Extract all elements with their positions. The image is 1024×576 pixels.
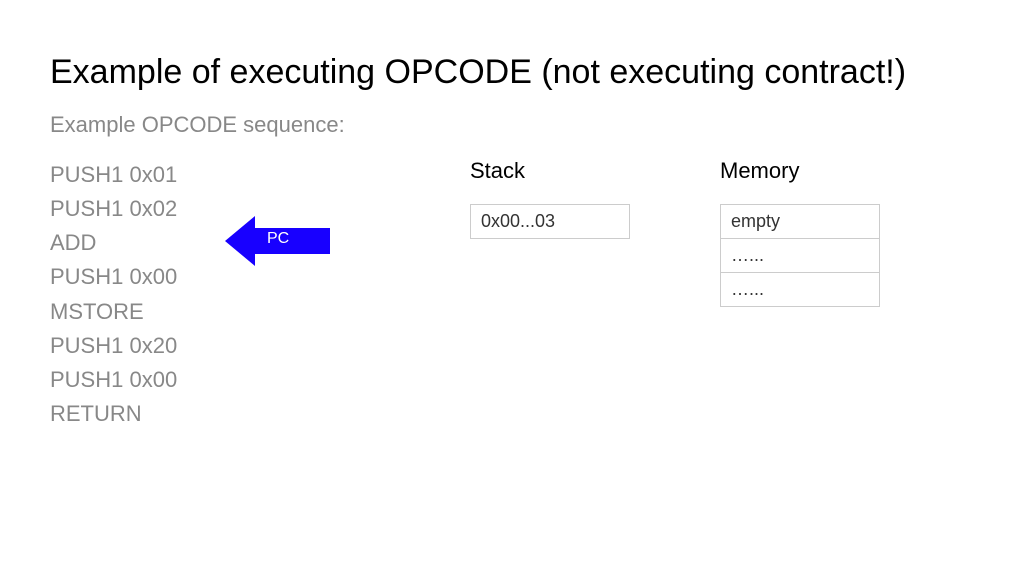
memory-cell: …...: [720, 273, 880, 307]
pc-pointer-arrow: PC: [225, 216, 335, 266]
memory-header: Memory: [720, 158, 920, 184]
memory-cell: empty: [720, 204, 880, 239]
opcode-line: PUSH1 0x20: [50, 329, 470, 363]
memory-column: Memory empty …... …...: [720, 158, 920, 431]
pc-label: PC: [267, 230, 289, 248]
opcode-line: PUSH1 0x01: [50, 158, 470, 192]
opcode-line: MSTORE: [50, 295, 470, 329]
memory-cell: …...: [720, 239, 880, 273]
opcode-column: PUSH1 0x01 PUSH1 0x02 ADD PUSH1 0x00 MST…: [50, 158, 470, 431]
slide-content: PUSH1 0x01 PUSH1 0x02 ADD PUSH1 0x00 MST…: [50, 158, 974, 431]
opcode-line: RETURN: [50, 397, 470, 431]
opcode-line: PUSH1 0x00: [50, 363, 470, 397]
stack-column: Stack 0x00...03: [470, 158, 720, 431]
slide-title: Example of executing OPCODE (not executi…: [50, 50, 974, 94]
stack-header: Stack: [470, 158, 720, 184]
slide-subtitle: Example OPCODE sequence:: [50, 112, 974, 138]
stack-cell: 0x00...03: [470, 204, 630, 239]
